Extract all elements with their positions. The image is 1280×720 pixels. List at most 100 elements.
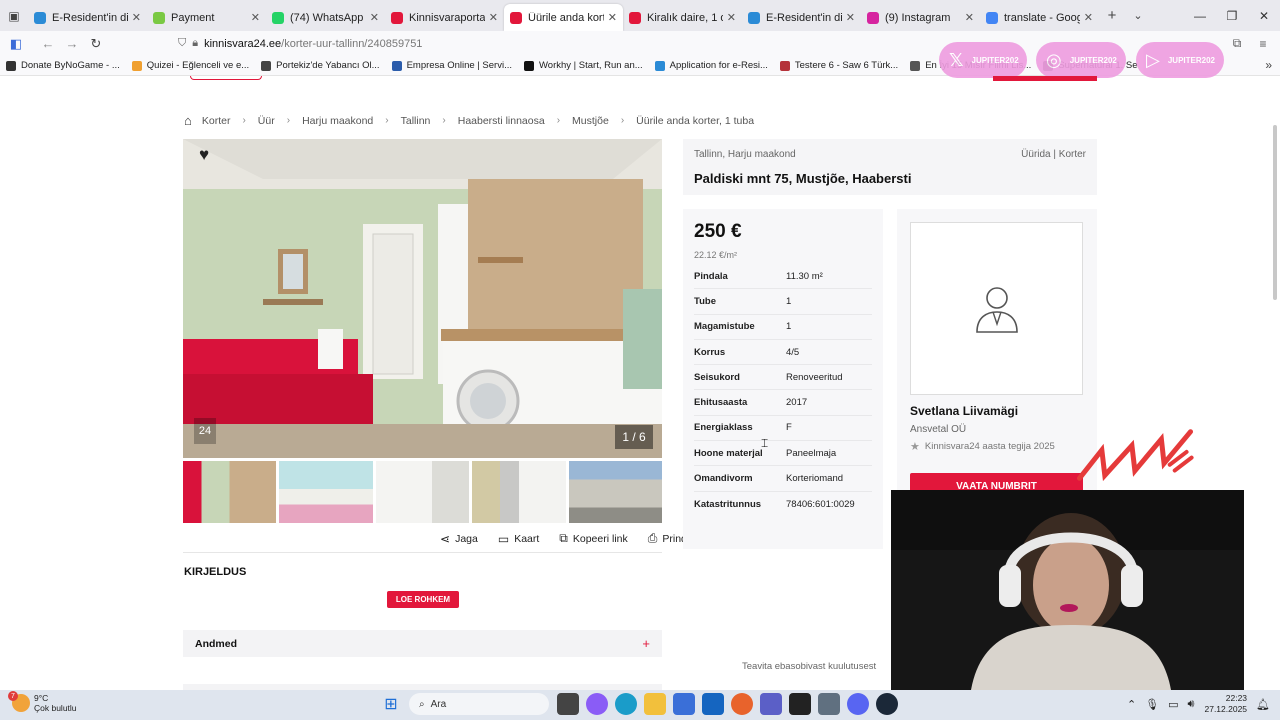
taskbar-search[interactable]: ⌕ Ara — [409, 693, 549, 715]
reload-icon[interactable]: ↻ — [84, 32, 108, 56]
bookmark-item[interactable]: Application for e-Resi... — [654, 60, 768, 71]
clock[interactable]: 22:23 27.12.2025 — [1204, 693, 1247, 715]
steam-icon[interactable] — [876, 693, 898, 715]
close-icon[interactable]: ✕ — [1248, 0, 1280, 31]
thumbnail[interactable] — [568, 461, 663, 523]
tab-close-icon[interactable]: ✕ — [251, 11, 260, 24]
thumbnail[interactable] — [180, 459, 279, 525]
tab-close-icon[interactable]: ✕ — [965, 11, 974, 24]
breadcrumb-item[interactable]: Üür — [258, 115, 275, 127]
breadcrumb-item[interactable]: Üürile anda korter, 1 tuba — [636, 115, 754, 127]
bookmark-favicon-icon — [910, 60, 921, 71]
browser-tab[interactable]: Üürile anda korter, 1 tu ✕ — [504, 4, 623, 31]
sidebar-icon[interactable]: ◧ — [4, 32, 28, 56]
thumbnail[interactable] — [472, 461, 566, 523]
home-icon[interactable]: ⌂ — [184, 113, 192, 128]
network-icon[interactable]: ▭ — [1168, 698, 1178, 711]
tab-favicon-icon — [272, 11, 284, 24]
bookmark-item[interactable]: Donate ByNoGame - ... — [6, 60, 120, 71]
settings-gear-icon[interactable] — [818, 693, 840, 715]
address-bar[interactable]: ⛉ 🔒︎ kinnisvara24.ee/korter-uur-tallinn/… — [178, 33, 1068, 54]
system-tray: ⌃ 🎙︎ ▭ 🔊︎ 22:23 27.12.2025 🔔︎ — [1118, 693, 1270, 715]
printer-icon: ⎙ — [647, 531, 658, 545]
header-button-outline[interactable] — [190, 76, 262, 80]
browser-tab[interactable]: Kiralık daire, 1 oda, Öis ✕ — [623, 4, 742, 31]
xbox-app-icon[interactable] — [789, 693, 811, 715]
tab-close-icon[interactable]: ✕ — [370, 11, 379, 24]
spec-key: Omandivorm — [694, 473, 753, 485]
outlook-icon[interactable] — [702, 693, 724, 715]
tab-close-icon[interactable]: ✕ — [727, 11, 736, 24]
browser-tab[interactable]: translate - Google'da A ✕ — [980, 4, 1099, 31]
plus-icon: + — [642, 636, 650, 651]
store-icon[interactable] — [673, 693, 695, 715]
back-icon[interactable]: ← — [36, 32, 60, 56]
breadcrumb-item[interactable]: Haabersti linnaosa — [458, 115, 545, 127]
andmed-accordion[interactable]: Andmed + — [183, 630, 662, 657]
agent-company[interactable]: Ansvetal OÜ — [910, 424, 966, 435]
favorite-heart-icon[interactable]: ♥ — [199, 145, 209, 165]
forward-icon[interactable]: → — [60, 32, 84, 56]
bookmark-item[interactable]: Testere 6 - Saw 6 Türk... — [779, 60, 898, 71]
discord-icon[interactable] — [847, 693, 869, 715]
agent-name[interactable]: Svetlana Liivamägi — [910, 404, 1018, 418]
share-button[interactable]: ⋖ Jaga — [440, 532, 478, 546]
restore-icon[interactable]: ❐ — [1216, 0, 1248, 31]
file-explorer-icon[interactable] — [644, 693, 666, 715]
bookmark-item[interactable]: Workhy | Start, Run an... — [524, 60, 643, 71]
copilot-icon[interactable] — [586, 693, 608, 715]
menu-icon[interactable]: ≡ — [1250, 33, 1276, 54]
map-button[interactable]: ▭ Kaart — [498, 532, 539, 546]
extensions-icon[interactable]: ⧉ — [1224, 33, 1250, 54]
spec-value: 11.30 m² — [786, 270, 823, 282]
new-tab-button[interactable]: + — [1099, 7, 1125, 24]
chevron-up-icon[interactable]: ⌃ — [1127, 698, 1136, 711]
spec-key: Energiaklass — [694, 422, 753, 434]
browser-tab[interactable]: E-Resident'in dijital kim ✕ — [742, 4, 861, 31]
microphone-icon[interactable]: 🎙︎ — [1145, 698, 1159, 711]
task-view-icon[interactable] — [557, 693, 579, 715]
header-red-button[interactable] — [993, 76, 1097, 81]
weather-desc: Çok bulutlu — [34, 703, 77, 713]
breadcrumb-item[interactable]: Mustjõe — [572, 115, 609, 127]
tab-favicon-icon — [34, 11, 46, 24]
browser-tab[interactable]: E-Resident'in dijital kim ✕ — [28, 4, 147, 31]
chevron-down-icon[interactable]: ⌄ — [1125, 9, 1151, 22]
bookmarks-overflow-icon[interactable]: » — [1265, 58, 1272, 72]
bookmark-item[interactable]: Empresa Online | Servi... — [391, 60, 512, 71]
tab-title: Üürile anda korter, 1 tu — [528, 11, 604, 24]
tab-close-icon[interactable]: ✕ — [1084, 11, 1093, 24]
tab-list-icon[interactable]: ▣ — [0, 0, 28, 31]
tab-favicon-icon — [391, 11, 403, 24]
map-icon: ▭ — [497, 531, 510, 546]
edge-icon[interactable] — [615, 693, 637, 715]
minimize-icon[interactable]: — — [1184, 0, 1216, 31]
firefox-icon[interactable] — [731, 693, 753, 715]
read-more-button[interactable]: LOE ROHKEM — [387, 591, 459, 608]
bookmark-item[interactable]: Portekiz'de Yabancı Ol... — [261, 60, 380, 71]
notification-bell-icon[interactable]: 🔔︎ — [1256, 698, 1270, 711]
teams-icon[interactable] — [760, 693, 782, 715]
thumbnail[interactable] — [279, 461, 373, 523]
browser-tab[interactable]: (74) WhatsApp Busines ✕ — [266, 4, 385, 31]
page-scrollbar[interactable] — [1273, 125, 1277, 300]
tab-close-icon[interactable]: ✕ — [608, 11, 617, 24]
copy-link-button[interactable]: ⧉ Kopeeri link — [559, 531, 627, 546]
volume-icon[interactable]: 🔊︎ — [1188, 698, 1195, 711]
tab-close-icon[interactable]: ✕ — [132, 11, 141, 24]
weather-widget[interactable]: 7 9°C Çok bulutlu — [8, 691, 77, 713]
thumbnail[interactable] — [375, 461, 470, 523]
browser-tab[interactable]: (9) Instagram ✕ — [861, 4, 980, 31]
tab-close-icon[interactable]: ✕ — [489, 11, 498, 24]
listing-main-photo[interactable] — [183, 139, 662, 458]
spec-key: Hoone materjal — [694, 447, 763, 459]
bookmark-item[interactable]: Quizei - Eğlenceli ve e... — [131, 60, 249, 71]
report-listing-link[interactable]: Teavita ebasobivast kuulutusest — [742, 661, 876, 672]
browser-tab[interactable]: Kinnisvaraportaal Kinni ✕ — [385, 4, 504, 31]
breadcrumb-item[interactable]: Korter — [202, 115, 231, 127]
windows-start-icon[interactable]: ⊞ — [380, 693, 402, 715]
tab-close-icon[interactable]: ✕ — [846, 11, 855, 24]
breadcrumb-item[interactable]: Harju maakond — [302, 115, 373, 127]
breadcrumb-item[interactable]: Tallinn — [401, 115, 431, 127]
browser-tab[interactable]: Payment ✕ — [147, 4, 266, 31]
